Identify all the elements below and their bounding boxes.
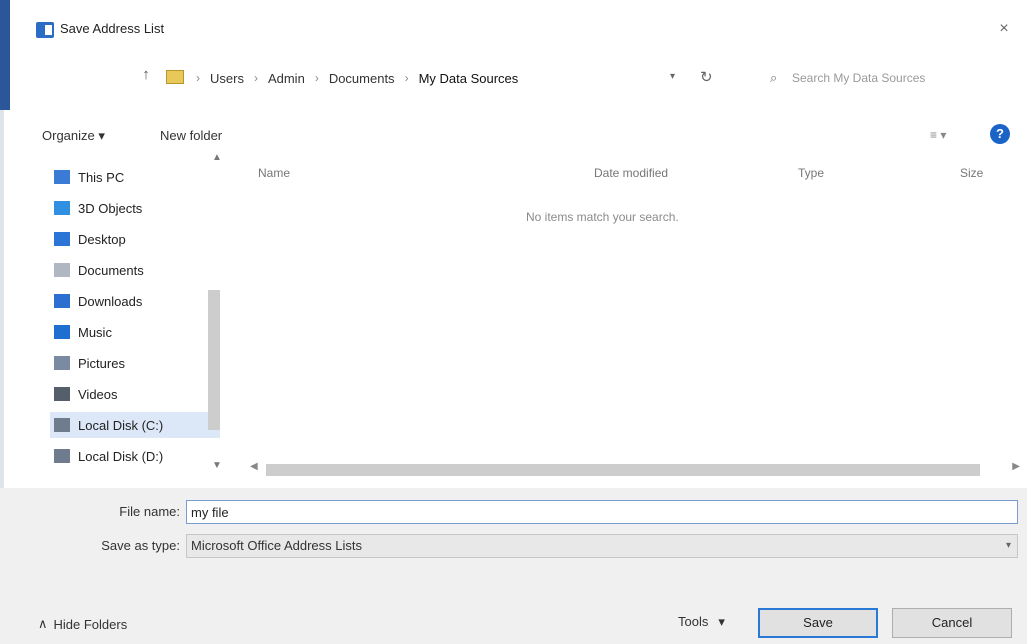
nav-item[interactable]: Pictures bbox=[50, 350, 220, 376]
save-as-type-label: Save as type: bbox=[101, 538, 180, 553]
column-header-date-modified[interactable]: Date modified bbox=[594, 166, 668, 180]
word-app-icon bbox=[36, 22, 54, 38]
nav-item-label: 3D Objects bbox=[78, 200, 143, 216]
cancel-button[interactable]: Cancel bbox=[892, 608, 1012, 638]
drive-icon bbox=[54, 418, 70, 432]
column-header-size[interactable]: Size bbox=[960, 166, 983, 180]
command-toolbar: Organize ▾ New folder ≡ ▾ ? bbox=[0, 124, 1027, 160]
file-name-label: File name: bbox=[119, 504, 180, 519]
breadcrumb-users[interactable]: Users bbox=[210, 71, 244, 86]
new-folder-button[interactable]: New folder bbox=[160, 128, 222, 143]
save-button[interactable]: Save bbox=[758, 608, 878, 638]
nav-item[interactable]: Music bbox=[50, 319, 220, 345]
nav-item[interactable]: Documents bbox=[50, 257, 220, 283]
breadcrumb: › Users › Admin › Documents › My Data So… bbox=[196, 68, 518, 88]
nav-item[interactable]: Local Disk (D:) bbox=[50, 443, 220, 469]
desktop-icon bbox=[54, 232, 70, 246]
tools-button[interactable]: Tools ▾ bbox=[678, 614, 725, 630]
navigation-pane: ▲ This PC 3D Objects Desktop Documents Downl… bbox=[30, 152, 230, 471]
breadcrumb-documents[interactable]: Documents bbox=[329, 71, 395, 86]
scroll-left-icon[interactable]: ◀ bbox=[250, 461, 258, 472]
refresh-icon[interactable]: ↻ bbox=[700, 68, 718, 86]
nav-item-label: Videos bbox=[78, 386, 118, 402]
chevron-down-icon[interactable]: ▾ bbox=[670, 71, 675, 82]
save-as-type-select[interactable]: Microsoft Office Address Lists ▾ bbox=[186, 534, 1018, 558]
view-options-button[interactable]: ≡ ▾ bbox=[930, 128, 946, 142]
nav-scrollbar-thumb[interactable] bbox=[208, 290, 220, 430]
search-input[interactable] bbox=[792, 68, 988, 88]
nav-item[interactable]: Videos bbox=[50, 381, 220, 407]
nav-item-label: This PC bbox=[78, 169, 125, 185]
pictures-icon bbox=[54, 356, 70, 370]
column-header-type[interactable]: Type bbox=[798, 166, 824, 180]
nav-item-label: Music bbox=[78, 324, 112, 340]
nav-item[interactable]: This PC bbox=[50, 164, 220, 190]
nav-item-label: Local Disk (C:) bbox=[78, 417, 164, 433]
horizontal-scrollbar[interactable]: ◀ ▶ bbox=[250, 461, 1020, 477]
breadcrumb-my-data-sources[interactable]: My Data Sources bbox=[419, 71, 519, 86]
breadcrumb-admin[interactable]: Admin bbox=[268, 71, 305, 86]
breadcrumb-separator-icon: › bbox=[404, 71, 409, 85]
window-title: Save Address List bbox=[60, 21, 165, 36]
up-arrow-icon[interactable]: ↑ bbox=[138, 66, 154, 88]
nav-item[interactable]: 3D Objects bbox=[50, 195, 220, 221]
nav-item[interactable]: Desktop bbox=[50, 226, 220, 252]
nav-item-label: Pictures bbox=[78, 355, 125, 371]
chevron-up-icon: ∧ bbox=[38, 616, 48, 631]
nav-item-label: Local Disk (D:) bbox=[78, 448, 164, 464]
document-icon bbox=[54, 263, 70, 277]
search-box[interactable]: ⌕ bbox=[762, 64, 992, 92]
folder-icon bbox=[166, 70, 184, 84]
search-icon: ⌕ bbox=[770, 70, 778, 85]
music-icon bbox=[54, 325, 70, 339]
address-bar: ↑ › Users › Admin › Documents › My Data … bbox=[0, 56, 1027, 100]
breadcrumb-separator-icon: › bbox=[314, 71, 319, 85]
nav-item-label: Downloads bbox=[78, 293, 143, 309]
organize-button[interactable]: Organize ▾ bbox=[42, 128, 105, 144]
file-list: Name Date modified Type Size No items ma… bbox=[240, 160, 1027, 476]
hide-folders-label: Hide Folders bbox=[53, 616, 128, 632]
column-header-name[interactable]: Name bbox=[258, 166, 290, 180]
download-icon bbox=[54, 294, 70, 308]
file-name-input[interactable] bbox=[186, 500, 1018, 524]
save-as-type-value: Microsoft Office Address Lists bbox=[191, 538, 362, 553]
horizontal-scrollbar-thumb[interactable] bbox=[266, 464, 980, 476]
nav-item-label: Desktop bbox=[78, 231, 126, 247]
scroll-up-icon[interactable]: ▲ bbox=[212, 152, 222, 163]
hide-folders-button[interactable]: ∧ Hide Folders bbox=[38, 616, 127, 632]
scroll-right-icon[interactable]: ▶ bbox=[1012, 461, 1020, 472]
tools-label: Tools bbox=[678, 614, 709, 629]
save-options-panel: File name: Save as type: Microsoft Offic… bbox=[0, 488, 1027, 644]
computer-icon bbox=[54, 170, 70, 184]
nav-item[interactable]: Downloads bbox=[50, 288, 220, 314]
nav-item[interactable]: Local Disk (C:) bbox=[50, 412, 220, 438]
empty-message: No items match your search. bbox=[526, 210, 679, 224]
chevron-down-icon: ▾ bbox=[1005, 540, 1011, 551]
drive-icon bbox=[54, 449, 70, 463]
breadcrumb-separator-icon: › bbox=[253, 71, 258, 85]
cube-icon bbox=[54, 201, 70, 215]
nav-item-label: Documents bbox=[78, 262, 144, 278]
breadcrumb-separator-icon: › bbox=[196, 71, 200, 85]
help-icon[interactable]: ? bbox=[990, 124, 1010, 144]
video-icon bbox=[54, 387, 70, 401]
scroll-down-icon[interactable]: ▼ bbox=[212, 460, 222, 471]
close-button[interactable]: × bbox=[993, 18, 1015, 40]
title-bar: Save Address List × bbox=[10, 0, 1027, 56]
chevron-down-icon: ▾ bbox=[718, 614, 725, 629]
